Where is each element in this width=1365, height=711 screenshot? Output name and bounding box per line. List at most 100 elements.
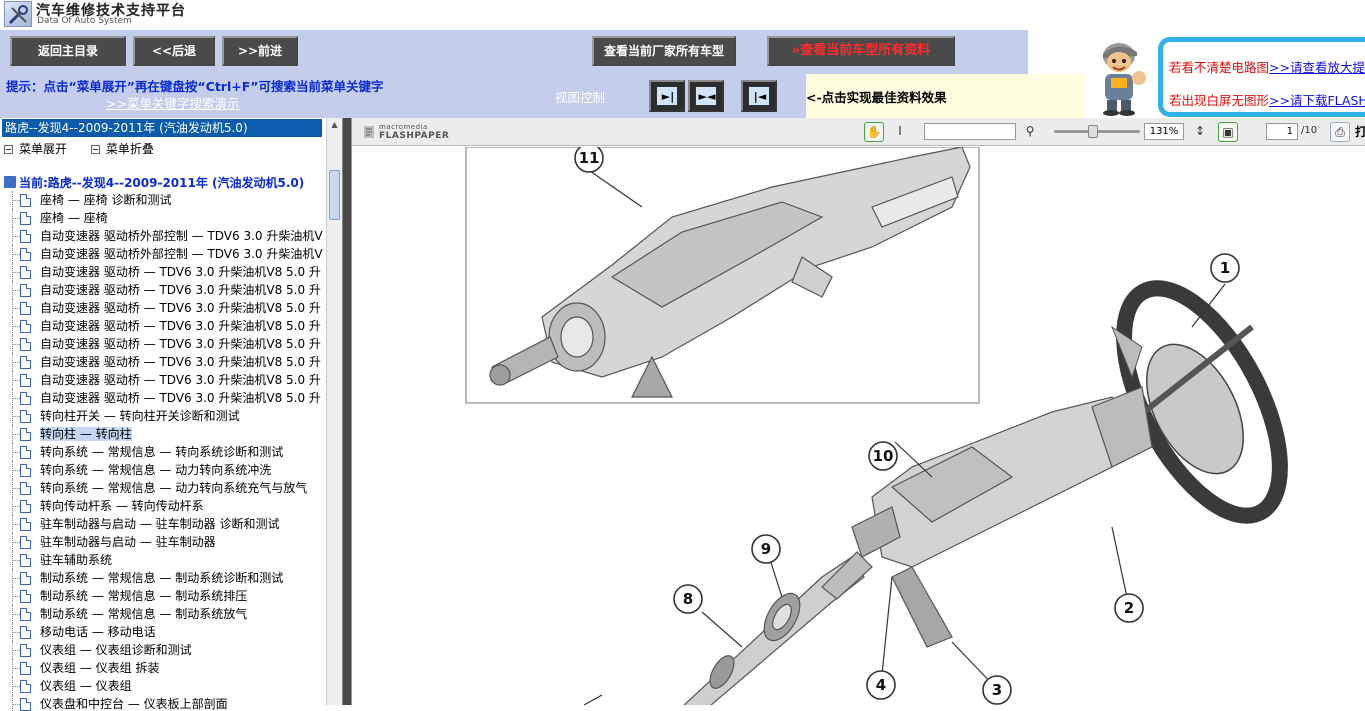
tree-item-label: 驻车制动器与启动 — 驻车制动器 诊断和测试	[40, 517, 280, 531]
wrench-logo-icon	[4, 1, 32, 27]
tree-item[interactable]: 自动变速器 驱动桥 — TDV6 3.0 升柴油机V8 5.0 升	[0, 263, 326, 281]
fit-width-icon[interactable]: ↕	[1190, 122, 1210, 142]
svg-text:8: 8	[683, 590, 693, 608]
back-button[interactable]: <<后退	[133, 36, 215, 66]
tree-item-label: 自动变速器 驱动桥 — TDV6 3.0 升柴油机V8 5.0 升	[40, 301, 321, 315]
tree-item[interactable]: 自动变速器 驱动桥 — TDV6 3.0 升柴油机V8 5.0 升	[0, 317, 326, 335]
tree-item-label: 自动变速器 驱动桥 — TDV6 3.0 升柴油机V8 5.0 升	[40, 319, 321, 333]
tree-guide	[12, 362, 20, 363]
tree-item[interactable]: 驻车制动器与启动 — 驻车制动器	[0, 533, 326, 551]
text-select-icon[interactable]: I	[890, 122, 910, 142]
tree-item[interactable]: 驻车辅助系统	[0, 551, 326, 569]
tree-item[interactable]: 移动电话 — 移动电话	[0, 623, 326, 641]
tree-guide	[12, 236, 20, 237]
tree-guide	[12, 686, 20, 687]
view-expand-right-button[interactable]: ►|	[649, 80, 685, 112]
tree-item-label: 制动系统 — 常规信息 — 制动系统排压	[40, 589, 248, 603]
document-icon	[20, 374, 31, 387]
search-icon[interactable]: ⚲	[1020, 122, 1040, 142]
all-model-data-label: 查看当前车型所有资料	[800, 43, 931, 58]
page-number-input[interactable]: 1	[1266, 123, 1298, 140]
tree-item-label: 自动变速器 驱动桥 — TDV6 3.0 升柴油机V8 5.0 升	[40, 265, 321, 279]
tree-guide	[12, 218, 20, 219]
tree-item[interactable]: 转向柱开关 — 转向柱开关诊断和测试	[0, 407, 326, 425]
tree-item[interactable]: 自动变速器 驱动桥 — TDV6 3.0 升柴油机V8 5.0 升	[0, 371, 326, 389]
double-chevron-icon: »	[791, 43, 801, 58]
tree-item-label: 自动变速器 驱动桥 — TDV6 3.0 升柴油机V8 5.0 升	[40, 391, 321, 405]
tree-item[interactable]: 仪表盘和中控台 — 仪表板上部剖面	[0, 695, 326, 711]
tree-item-label: 座椅 — 座椅 诊断和测试	[40, 193, 172, 207]
tree-item[interactable]: 自动变速器 驱动桥 — TDV6 3.0 升柴油机V8 5.0 升	[0, 389, 326, 407]
back-main-button[interactable]: 返回主目录	[10, 36, 126, 66]
document-icon	[20, 194, 31, 207]
document-icon	[20, 212, 31, 225]
menu-collapse-button[interactable]: 菜单折叠	[90, 142, 164, 156]
tree-item[interactable]: 转向传动杆系 — 转向传动杆系	[0, 497, 326, 515]
document-icon	[20, 320, 31, 333]
zoom-level[interactable]: 131%	[1144, 123, 1184, 140]
tree-item[interactable]: 自动变速器 驱动桥 — TDV6 3.0 升柴油机V8 5.0 升	[0, 281, 326, 299]
print-icon[interactable]: ⎙	[1330, 122, 1350, 142]
hand-tool-icon[interactable]: ✋	[864, 122, 884, 142]
tree-item[interactable]: 自动变速器 驱动桥外部控制 — TDV6 3.0 升柴油机V	[0, 245, 326, 263]
tree-item[interactable]: 转向系统 — 常规信息 — 动力转向系统充气与放气	[0, 479, 326, 497]
sidebar-title: 路虎--发现4--2009-2011年 (汽油发动机5.0)	[2, 119, 322, 137]
view-expand-left-button[interactable]: |◄	[741, 80, 777, 112]
ad-zoom-link[interactable]: >>请查看放大提	[1269, 60, 1365, 75]
scroll-up-icon[interactable]: ▲	[327, 120, 342, 132]
tree-item[interactable]: 转向柱 — 转向柱	[0, 425, 326, 443]
callout-3: 3	[982, 675, 1012, 705]
expand-square-icon	[4, 145, 13, 154]
arrow-right-bar-icon: ►|	[661, 90, 675, 103]
ad-line-zoom-text: 若看不清楚电路图	[1169, 60, 1270, 75]
tree-item[interactable]: 转向系统 — 常规信息 — 动力转向系统冲洗	[0, 461, 326, 479]
tree-item[interactable]: 制动系统 — 常规信息 — 制动系统放气	[0, 605, 326, 623]
tree-guide	[12, 524, 20, 525]
title-bar: 汽车维修技术支持平台 Data Of Auto System	[0, 0, 1365, 30]
tree-item[interactable]: 仪表组 — 仪表组诊断和测试	[0, 641, 326, 659]
tree-item[interactable]: 制动系统 — 常规信息 — 制动系统排压	[0, 587, 326, 605]
steering-column-diagram: 1 2 3 4 7 8 9 10 11	[465, 147, 1288, 705]
tree-guide	[12, 308, 20, 309]
tree-guide	[12, 380, 20, 381]
ad-line-zoom: 若看不清楚电路图>>请查看放大提	[1169, 57, 1365, 76]
find-input[interactable]	[924, 123, 1016, 140]
scrollbar-thumb[interactable]	[329, 170, 340, 220]
forward-button[interactable]: >>前进	[222, 36, 298, 66]
tree-guide	[12, 488, 20, 489]
search-demo-link[interactable]: >>菜单关键字搜索演示	[106, 93, 239, 112]
print-label[interactable]: 打	[1355, 123, 1365, 140]
sidebar-scrollbar[interactable]: ▲	[326, 118, 342, 705]
menu-tools: 菜单展开 菜单折叠	[4, 140, 174, 157]
all-maker-models-button[interactable]: 查看当前厂家所有车型	[592, 36, 736, 66]
tree-item-label: 自动变速器 驱动桥 — TDV6 3.0 升柴油机V8 5.0 升	[40, 355, 321, 369]
tree-item[interactable]: 自动变速器 驱动桥 — TDV6 3.0 升柴油机V8 5.0 升	[0, 353, 326, 371]
callout-4: 4	[866, 670, 896, 700]
tree-guide	[12, 200, 20, 201]
fit-page-icon[interactable]: ▣	[1218, 122, 1238, 142]
tree-item[interactable]: 自动变速器 驱动桥外部控制 — TDV6 3.0 升柴油机V	[0, 227, 326, 245]
current-vehicle-node[interactable]: 当前:路虎--发现4--2009-2011年 (汽油发动机5.0)	[4, 174, 304, 191]
tree-item[interactable]: 自动变速器 驱动桥 — TDV6 3.0 升柴油机V8 5.0 升	[0, 299, 326, 317]
tree-guide	[12, 632, 20, 633]
document-icon	[20, 644, 31, 657]
tree-item[interactable]: 转向系统 — 常规信息 — 转向系统诊断和测试	[0, 443, 326, 461]
tree-item[interactable]: 驻车制动器与启动 — 驻车制动器 诊断和测试	[0, 515, 326, 533]
tree-item[interactable]: 仪表组 — 仪表组	[0, 677, 326, 695]
tree-item[interactable]: 座椅 — 座椅 诊断和测试	[0, 191, 326, 209]
tree-item[interactable]: 仪表组 — 仪表组 拆装	[0, 659, 326, 677]
ad-flash-download-link[interactable]: >>请下载FLASH	[1269, 93, 1365, 108]
document-icon	[20, 446, 31, 459]
book-icon	[4, 176, 16, 188]
view-split-button[interactable]: ►◄	[688, 80, 724, 112]
zoom-slider-thumb[interactable]	[1088, 125, 1098, 138]
tree-item[interactable]: 制动系统 — 常规信息 — 制动系统诊断和测试	[0, 569, 326, 587]
menu-expand-button[interactable]: 菜单展开	[4, 142, 77, 156]
tree-item[interactable]: 座椅 — 座椅	[0, 209, 326, 227]
tree-item[interactable]: 自动变速器 驱动桥 — TDV6 3.0 升柴油机V8 5.0 升	[0, 335, 326, 353]
split-arrows-icon: ►◄	[698, 90, 716, 103]
tree-guide	[12, 452, 20, 453]
pane-splitter[interactable]	[343, 118, 351, 705]
all-model-data-button[interactable]: »查看当前车型所有资料	[767, 36, 955, 66]
document-icon	[20, 518, 31, 531]
